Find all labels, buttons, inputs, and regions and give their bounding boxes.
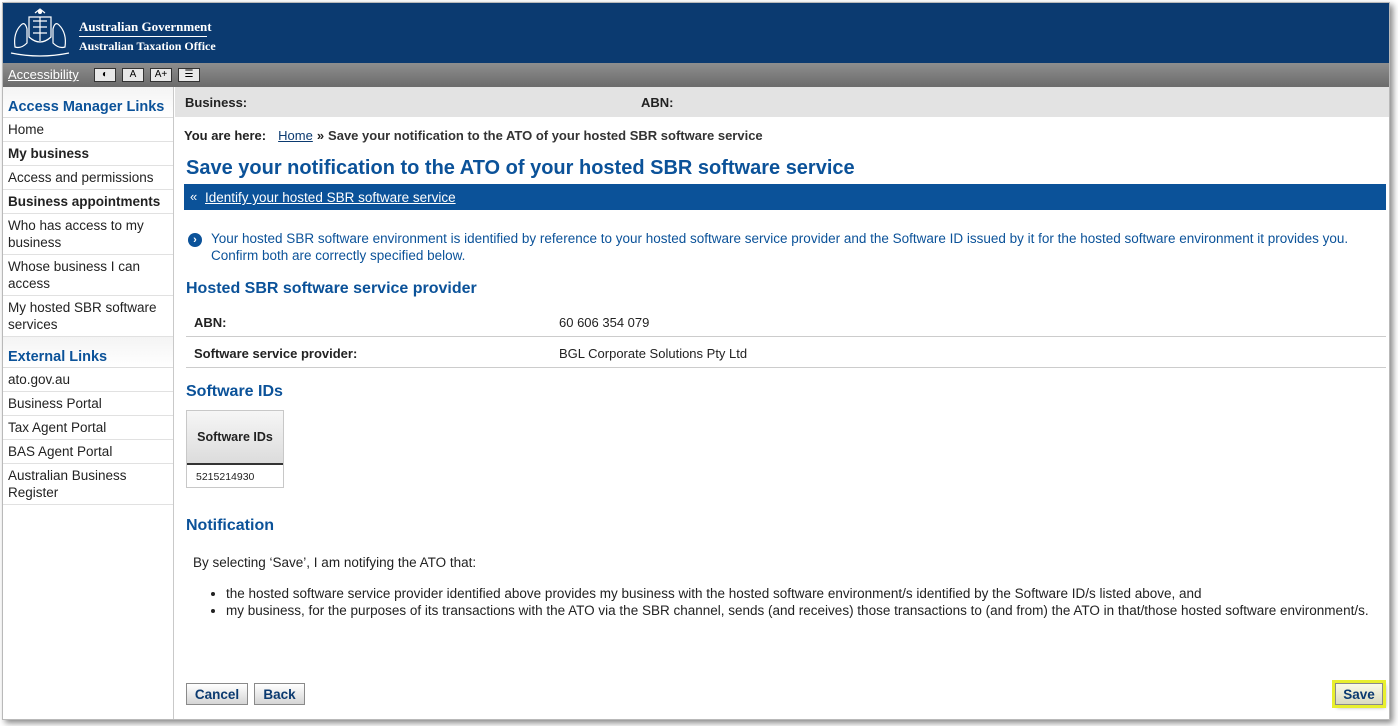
gov-line1: Australian Government [79,19,212,34]
page-title: Save your notification to the ATO of you… [186,157,855,179]
sidebar-heading-external-links: External Links [3,337,173,368]
cancel-button[interactable]: Cancel [186,683,248,705]
provider-abn-row: ABN: 60 606 354 079 [186,306,1386,337]
breadcrumb-home-link[interactable]: Home [278,128,313,143]
provider-abn-key: ABN: [194,315,227,330]
sidebar-item[interactable]: Business appointments [3,190,173,214]
abn-label: ABN: [641,95,674,110]
provider-details: ABN: 60 606 354 079 Software service pro… [186,306,1386,368]
coat-of-arms-logo [10,8,70,57]
back-nav-bar: « Identify your hosted SBR software serv… [184,182,1386,210]
save-button[interactable]: Save [1335,683,1383,705]
breadcrumb-separator: » [316,128,325,143]
sidebar-external-link[interactable]: Tax Agent Portal [3,416,173,440]
breadcrumb-current: Save your notification to the ATO of you… [328,128,763,143]
provider-abn-value: 60 606 354 079 [559,315,650,330]
info-arrow-icon: › [188,233,202,247]
notification-bullet: my business, for the purposes of its tra… [226,602,1376,619]
sidebar-heading-access-manager: Access Manager Links [3,87,173,118]
provider-name-value: BGL Corporate Solutions Pty Ltd [559,346,748,361]
business-bar: Business: ABN: [175,87,1389,117]
software-id-cell: 5215214930 [196,471,255,483]
sidebar-external-link[interactable]: Australian Business Register [3,464,173,505]
provider-name-row: Software service provider: BGL Corporate… [186,337,1386,368]
sidebar-item[interactable]: My business [3,142,173,166]
notification-heading: Notification [186,517,274,534]
notification-bullets: the hosted software service provider ide… [209,585,1376,619]
notification-bullet: the hosted software service provider ide… [226,585,1376,602]
sidebar: Access Manager Links Home My business Acce… [3,87,174,719]
sidebar-item[interactable]: Home [3,118,173,142]
sidebar-item[interactable]: My hosted SBR software services [3,296,173,337]
sidebar-external-link[interactable]: Business Portal [3,392,173,416]
info-message: › Your hosted SBR software environment i… [188,230,1383,264]
text-size-large-button[interactable]: A+ [150,68,172,82]
layout-icon[interactable]: ☰ [178,68,200,82]
government-wordmark: Australian Government Australian Taxatio… [79,19,216,53]
sidebar-item[interactable]: Who has access to my business [3,214,173,255]
notification-intro: By selecting ‘Save’, I am notifying the … [193,555,477,570]
software-ids-column-header: Software IDs [187,411,283,465]
back-button[interactable]: Back [254,683,305,705]
software-ids-table: Software IDs 5215214930 [186,410,284,488]
software-ids-heading: Software IDs [186,383,283,400]
gov-line2: Australian Taxation Office [79,39,216,53]
info-text: Your hosted SBR software environment is … [211,231,1349,263]
provider-name-key: Software service provider: [194,346,358,361]
contrast-icon[interactable]: ◐ [94,68,116,82]
accessibility-link[interactable]: Accessibility [8,67,79,82]
provider-heading: Hosted SBR software service provider [186,280,477,297]
chevron-left-icon: « [190,189,198,204]
business-label: Business: [185,95,248,110]
text-size-normal-button[interactable]: A [122,68,144,82]
identify-service-link[interactable]: Identify your hosted SBR software servic… [205,190,456,205]
sidebar-item[interactable]: Access and permissions [3,166,173,190]
sidebar-external-link[interactable]: BAS Agent Portal [3,440,173,464]
site-header: Australian Government Australian Taxatio… [3,3,1389,63]
breadcrumb-prefix: You are here: [184,128,267,143]
breadcrumb: You are here: Home» Save your notification… [184,128,763,143]
accessibility-bar: Accessibility ◐ A A+ ☰ [3,63,1389,87]
wordmark-rule [79,36,207,37]
sidebar-item[interactable]: Whose business I can access [3,255,173,296]
sidebar-external-link[interactable]: ato.gov.au [3,368,173,392]
